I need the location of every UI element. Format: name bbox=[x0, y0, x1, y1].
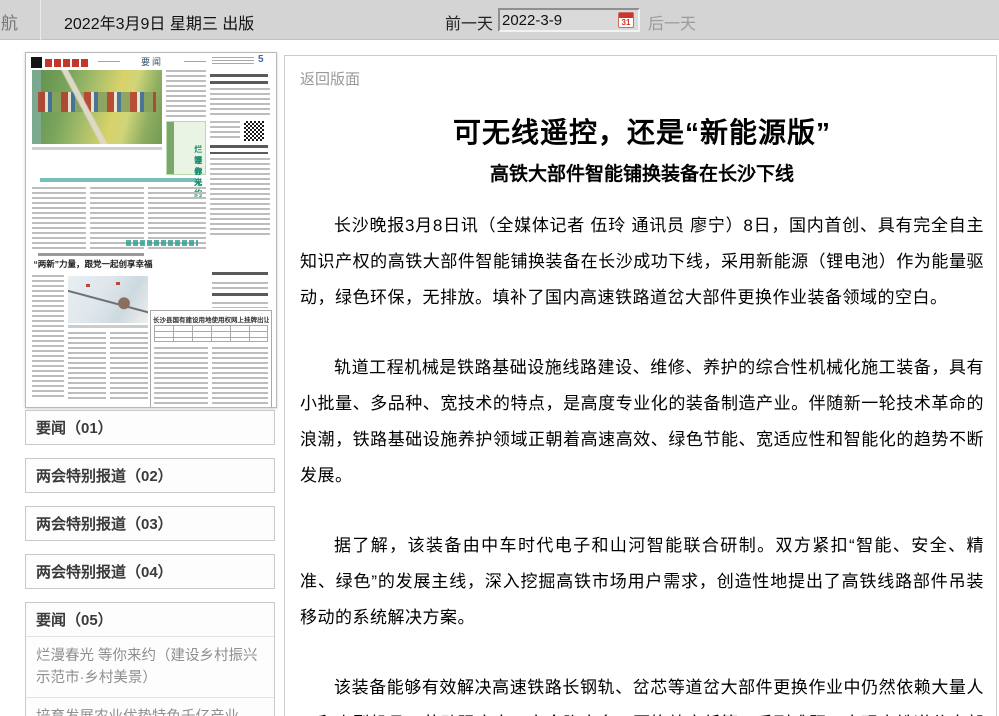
article-link-agriculture[interactable]: 培育发展农业优势特色千亿产业 bbox=[26, 697, 274, 716]
article-paragraph: 轨道工程机械是铁路基础设施线路建设、维修、养护的综合性机械化施工装备，具有小批量… bbox=[300, 350, 984, 494]
photo-caption-art bbox=[68, 325, 148, 328]
previous-day-button[interactable]: 前一天 bbox=[445, 10, 493, 34]
thumb-subhead-art bbox=[40, 178, 196, 182]
thumb-headline-art bbox=[212, 272, 268, 278]
sidebar-item-lianghui-02[interactable]: 两会特别报道（02） bbox=[25, 458, 275, 493]
land-notice-block: 长沙县国有建设用地使用权网上挂牌出让公告 bbox=[150, 310, 272, 408]
newspaper-page-thumbnail[interactable]: 要闻 5 烂漫春光 等你来约 培育发展 农业优势特色千亿产业 “两新”力量，跟党… bbox=[25, 52, 277, 408]
section-list: 要闻（01） 两会特别报道（02） 两会特别报道（03） 两会特别报道（04） … bbox=[25, 410, 277, 716]
date-input[interactable] bbox=[502, 10, 607, 30]
calendar-icon[interactable]: 31 bbox=[618, 12, 634, 28]
thumb-text-column bbox=[166, 70, 206, 118]
thumb-headline-art bbox=[212, 293, 268, 299]
masthead-logo bbox=[31, 57, 42, 68]
article-body: 长沙晚报3月8日讯（全媒体记者 伍玲 通讯员 廖宁）8日，国内首创、具有完全自主… bbox=[300, 208, 984, 716]
thumb-text-column bbox=[210, 158, 270, 235]
next-day-button[interactable]: 后一天 bbox=[648, 10, 696, 34]
sidebar-item-lianghui-04[interactable]: 两会特别报道（04） bbox=[25, 554, 275, 589]
thumb-text-column bbox=[212, 347, 268, 404]
topbar-divider bbox=[40, 0, 41, 40]
thumb-banner-art bbox=[126, 240, 198, 246]
article-paragraph: 该装备能够有效解决高速铁路长钢轨、岔芯等道岔大部件更换作业中仍然依赖大量人工和小… bbox=[300, 670, 984, 716]
thumb-text-column bbox=[210, 88, 270, 118]
thumb-text-column bbox=[212, 282, 268, 289]
qr-code bbox=[244, 121, 264, 141]
thumb-text-column bbox=[154, 347, 208, 404]
sidebar-item-yaowen-01[interactable]: 要闻（01） bbox=[25, 410, 275, 445]
thumb-text-column bbox=[210, 121, 240, 141]
notice-title: 长沙县国有建设用地使用权网上挂牌出让公告 bbox=[153, 314, 269, 324]
article-paragraph: 据了解，该装备由中车时代电子和山河智能联合研制。双方紧扣“智能、安全、精准、绿色… bbox=[300, 528, 984, 636]
thumb-text-column bbox=[68, 332, 106, 399]
sidebar-group-yaowen-05: 要闻（05） 烂漫春光 等你来约（建设乡村振兴示范市·乡村美景） 培育发展农业优… bbox=[25, 602, 275, 716]
thumb-section-header: 要闻 bbox=[122, 55, 182, 68]
sidebar-item-lianghui-03[interactable]: 两会特别报道（03） bbox=[25, 506, 275, 541]
notice-table-art bbox=[154, 325, 268, 342]
sidebar-item-yaowen-05[interactable]: 要闻（05） bbox=[26, 603, 274, 636]
photo-caption-art bbox=[32, 147, 162, 150]
date-picker[interactable]: 31 bbox=[498, 8, 640, 32]
thumb-headline-art bbox=[210, 145, 268, 154]
article-link-spring[interactable]: 烂漫春光 等你来约（建设乡村振兴示范市·乡村美景） bbox=[26, 636, 274, 697]
thumb-headline-art bbox=[210, 74, 268, 84]
masthead-title-art bbox=[45, 59, 89, 67]
nav-pane-partial-label: 航 bbox=[1, 9, 18, 34]
top-date-bar: 航 2022年3月9日 星期三 出版 前一天 31 后一天 bbox=[0, 0, 999, 40]
calendar-icon-day: 31 bbox=[619, 18, 633, 27]
aerial-village-photo bbox=[32, 70, 162, 144]
article-paragraph: 长沙晚报3月8日讯（全媒体记者 伍玲 通讯员 廖宁）8日，国内首创、具有完全自主… bbox=[300, 208, 984, 316]
spring-feature-box: 烂漫春光 等你来约 bbox=[166, 121, 206, 175]
back-to-page-link[interactable]: 返回版面 bbox=[300, 68, 360, 89]
thumb-text-column bbox=[32, 187, 86, 251]
article-subtitle: 高铁大部件智能铺换装备在长沙下线 bbox=[300, 159, 984, 186]
thumb-text-column bbox=[212, 302, 268, 308]
thumb-second-headline: “两新”力量，跟党一起创享幸福 bbox=[26, 258, 160, 270]
article-panel: 返回版面 可无线遥控，还是“新能源版” 高铁大部件智能铺换装备在长沙下线 长沙晚… bbox=[284, 55, 997, 716]
thumb-page-number: 5 bbox=[258, 54, 264, 65]
worker-photo bbox=[68, 276, 148, 323]
article-title: 可无线遥控，还是“新能源版” bbox=[300, 111, 984, 151]
thumb-dateline-art bbox=[212, 57, 254, 64]
thumb-kicker-art bbox=[38, 253, 144, 256]
publication-date-label: 2022年3月9日 星期三 出版 bbox=[64, 10, 254, 34]
thumb-text-column bbox=[110, 332, 148, 399]
thumb-text-column bbox=[32, 275, 64, 399]
